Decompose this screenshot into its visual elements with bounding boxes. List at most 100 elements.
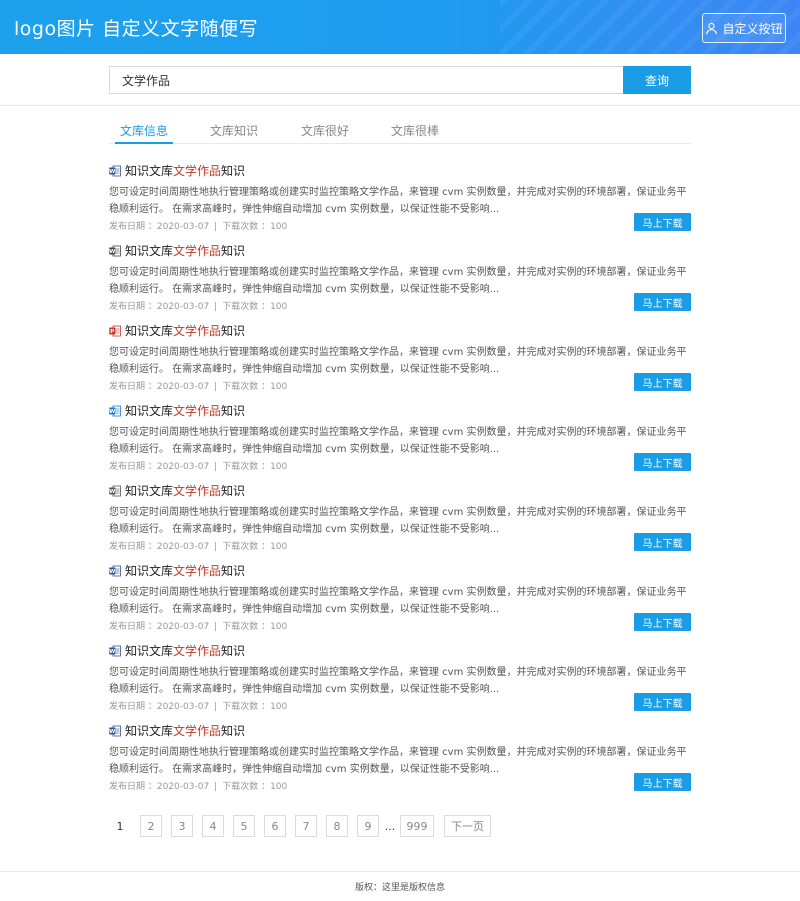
download-button[interactable]: 马上下载 — [634, 693, 691, 711]
publish-date: 发布日期 ：2020-03-07 — [109, 702, 210, 712]
title-prefix: 知识文库 — [125, 724, 174, 738]
list-item: W 知识文库文学作品知识您可设定时间周期性地执行管理策略或创建实时监控策略文学作品… — [109, 560, 691, 640]
next-page-button[interactable]: 下一页 — [444, 815, 491, 837]
title-prefix: 知识文库 — [125, 244, 174, 258]
title-highlight: 文学作品 — [173, 244, 222, 258]
title-suffix: 知识 — [221, 564, 246, 578]
page-current[interactable]: 1 — [109, 815, 131, 837]
meta-separator: | — [214, 782, 218, 792]
download-button[interactable]: 马上下载 — [634, 453, 691, 471]
download-button[interactable]: 马上下载 — [634, 533, 691, 551]
meta-separator: | — [214, 702, 218, 712]
download-count: 下载次数 ：100 — [222, 542, 288, 552]
tab-library-knowledge[interactable]: 文库知识 — [205, 122, 263, 144]
item-title[interactable]: 知识文库文学作品知识 — [125, 242, 245, 259]
search-area: 查询 — [0, 54, 800, 106]
title-suffix: 知识 — [221, 644, 246, 658]
item-title[interactable]: 知识文库文学作品知识 — [125, 562, 245, 579]
svg-text:W: W — [109, 569, 115, 575]
download-button[interactable]: 马上下载 — [634, 613, 691, 631]
publish-date: 发布日期 ：2020-03-07 — [109, 782, 210, 792]
ppt-doc-icon: P — [109, 325, 121, 337]
list-item: W 知识文库文学作品知识 您可设定时间周期性地执行管理策略或创建实时监控策略文学作品… — [109, 160, 691, 240]
item-description: 您可设定时间周期性地执行管理策略或创建实时监控策略文学作品，来管理 cvm 实例… — [109, 507, 687, 535]
page-link[interactable]: 3 — [171, 815, 193, 837]
title-highlight: 文学作品 — [173, 164, 222, 178]
custom-button[interactable]: 自定义按钮 — [702, 13, 786, 43]
page-link[interactable]: 9 — [357, 815, 379, 837]
title-prefix: 知识文库 — [125, 564, 174, 578]
page-link[interactable]: 4 — [202, 815, 224, 837]
item-title[interactable]: 知识文库文学作品知识 — [125, 162, 245, 179]
item-description: 您可设定时间周期性地执行管理策略或创建实时监控策略文学作品，来管理 cvm 实例… — [109, 347, 687, 375]
item-title[interactable]: 知识文库文学作品知识 — [125, 402, 245, 419]
word-doc-icon: W — [109, 565, 121, 577]
item-meta: 发布日期 ：2020-03-07 | 下载次数 ：100 — [109, 379, 287, 392]
page-ellipsis: ... — [384, 819, 396, 833]
tab-library-good[interactable]: 文库很好 — [296, 122, 354, 144]
item-meta: 发布日期 ：2020-03-07 | 下载次数 ：100 — [109, 299, 287, 312]
item-title[interactable]: 知识文库文学作品知识 — [125, 482, 245, 499]
page-last[interactable]: 999 — [400, 815, 434, 837]
search-input[interactable] — [109, 66, 623, 94]
page-link[interactable]: 2 — [140, 815, 162, 837]
item-description: 您可设定时间周期性地执行管理策略或创建实时监控策略文学作品，来管理 cvm 实例… — [109, 427, 687, 455]
title-suffix: 知识 — [221, 324, 246, 338]
title-highlight: 文学作品 — [173, 724, 222, 738]
publish-date: 发布日期 ：2020-03-07 — [109, 542, 210, 552]
download-count: 下载次数 ：100 — [222, 782, 288, 792]
word-doc-icon: W — [109, 245, 121, 257]
tab-library-info[interactable]: 文库信息 — [115, 122, 173, 144]
download-button[interactable]: 马上下载 — [634, 773, 691, 791]
tab-library-great[interactable]: 文库很棒 — [386, 122, 444, 144]
footer: 版权：这里是版权信息 — [0, 871, 800, 901]
publish-date: 发布日期 ：2020-03-07 — [109, 622, 210, 632]
meta-separator: | — [214, 222, 218, 232]
download-count: 下载次数 ：100 — [222, 462, 288, 472]
page-link[interactable]: 8 — [326, 815, 348, 837]
download-button[interactable]: 马上下载 — [634, 373, 691, 391]
page-link[interactable]: 5 — [233, 815, 255, 837]
title-highlight: 文学作品 — [173, 564, 222, 578]
title-suffix: 知识 — [221, 244, 246, 258]
svg-text:W: W — [109, 409, 115, 415]
item-meta: 发布日期 ：2020-03-07 | 下载次数 ：100 — [109, 619, 287, 632]
document-list: W 知识文库文学作品知识 您可设定时间周期性地执行管理策略或创建实时监控策略文学作品… — [109, 160, 691, 800]
list-item: W 知识文库文学作品知识您可设定时间周期性地执行管理策略或创建实时监控策略文学作品… — [109, 400, 691, 480]
download-count: 下载次数 ：100 — [222, 702, 288, 712]
publish-date: 发布日期 ：2020-03-07 — [109, 382, 210, 392]
item-description: 您可设定时间周期性地执行管理策略或创建实时监控策略文学作品，来管理 cvm 实例… — [109, 267, 687, 295]
title-prefix: 知识文库 — [125, 484, 174, 498]
logo-text[interactable]: logo图片 自定义文字随便写 — [14, 14, 258, 41]
tab-bar: 文库信息 文库知识 文库很好 文库很棒 — [109, 118, 691, 144]
list-item: W 知识文库文学作品知识您可设定时间周期性地执行管理策略或创建实时监控策略文学作品… — [109, 240, 691, 320]
title-prefix: 知识文库 — [125, 324, 174, 338]
title-suffix: 知识 — [221, 404, 246, 418]
title-highlight: 文学作品 — [173, 484, 222, 498]
download-count: 下载次数 ：100 — [222, 382, 288, 392]
item-title[interactable]: 知识文库文学作品知识 — [125, 642, 245, 659]
item-title[interactable]: 知识文库文学作品知识 — [125, 722, 245, 739]
title-prefix: 知识文库 — [125, 644, 174, 658]
word-doc-icon: W — [109, 405, 121, 417]
svg-text:W: W — [109, 649, 115, 655]
item-description: 您可设定时间周期性地执行管理策略或创建实时监控策略文学作品，来管理 cvm 实例… — [109, 587, 687, 615]
search-button[interactable]: 查询 — [623, 66, 691, 94]
word-doc-icon: W — [109, 645, 121, 657]
item-description: 您可设定时间周期性地执行管理策略或创建实时监控策略文学作品，来管理 cvm 实例… — [109, 667, 687, 695]
user-icon — [706, 22, 718, 34]
item-title[interactable]: 知识文库文学作品知识 — [125, 322, 245, 339]
item-meta: 发布日期 ：2020-03-07 | 下载次数 ：100 — [109, 459, 287, 472]
download-count: 下载次数 ：100 — [222, 302, 288, 312]
svg-text:P: P — [110, 329, 114, 335]
page-link[interactable]: 7 — [295, 815, 317, 837]
meta-separator: | — [214, 302, 218, 312]
download-button[interactable]: 马上下载 — [634, 213, 691, 231]
word-doc-icon: W — [109, 165, 121, 177]
title-highlight: 文学作品 — [173, 644, 222, 658]
title-highlight: 文学作品 — [173, 404, 222, 418]
list-item: P 知识文库文学作品知识您可设定时间周期性地执行管理策略或创建实时监控策略文学作品… — [109, 320, 691, 400]
download-count: 下载次数 ：100 — [222, 622, 288, 632]
download-button[interactable]: 马上下载 — [634, 293, 691, 311]
page-link[interactable]: 6 — [264, 815, 286, 837]
